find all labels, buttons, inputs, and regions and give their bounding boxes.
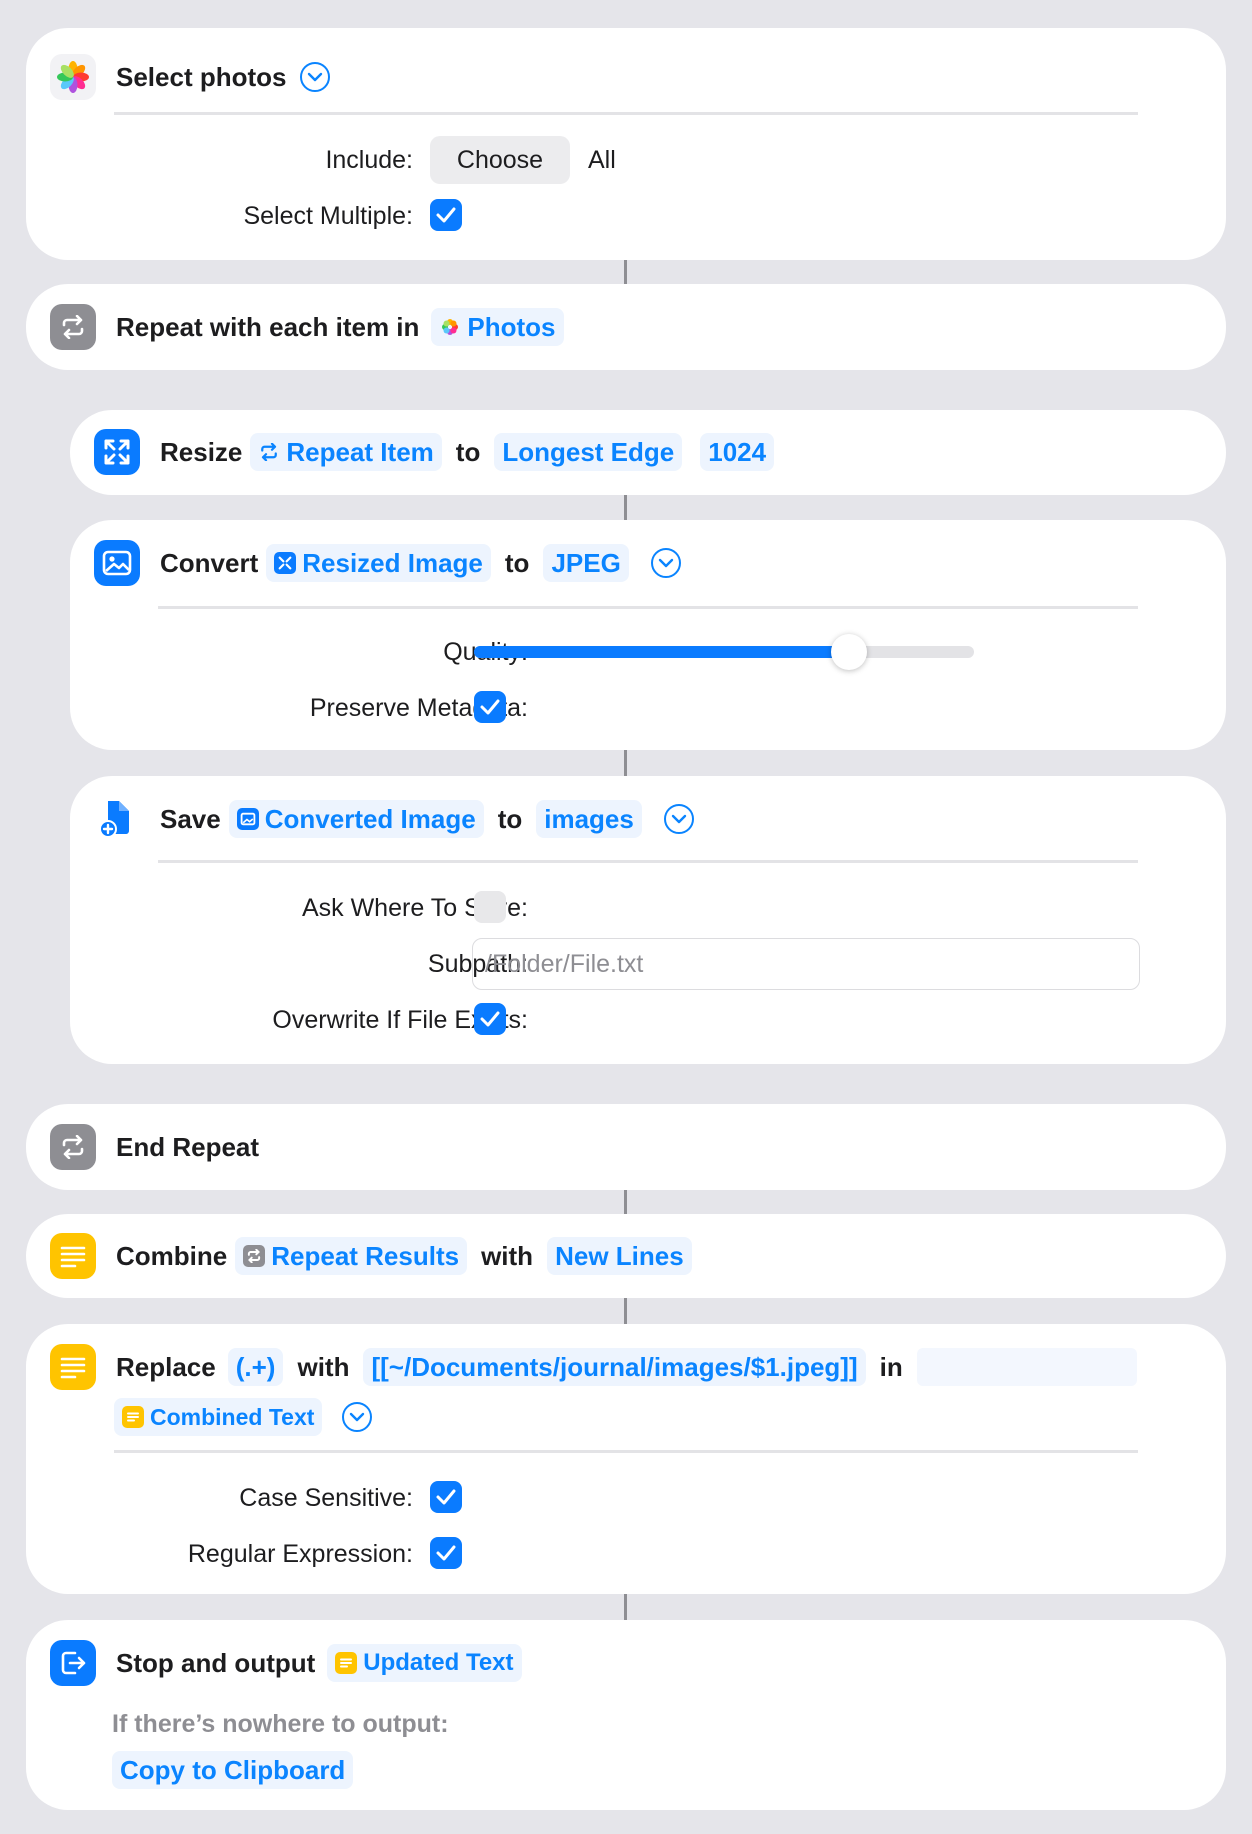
text-icon [50, 1233, 96, 1279]
save-file-icon [94, 796, 140, 842]
token-label: Resized Image [302, 547, 483, 578]
images-folder-token[interactable]: images [536, 800, 642, 838]
select-photos-action[interactable]: Select photos Include: Choose All Select… [26, 28, 1226, 260]
end-repeat-action[interactable]: End Repeat [26, 1104, 1226, 1190]
select-multiple-checkbox[interactable] [430, 199, 462, 231]
ask-where-checkbox[interactable] [474, 891, 506, 923]
expand-chevron-icon[interactable] [342, 1402, 373, 1432]
photos-app-icon [50, 54, 96, 100]
convert-action[interactable]: Convert Resized Image to JPEG Quality: P… [70, 520, 1226, 750]
stop-output-action[interactable]: Stop and output Updated Text If there’s … [26, 1620, 1226, 1810]
exit-icon [50, 1640, 96, 1686]
regular-expression-checkbox[interactable] [430, 1537, 462, 1569]
to-label: to [497, 803, 523, 834]
action-title: Stop and output [116, 1647, 316, 1678]
repeat-item-token[interactable]: Repeat Item [250, 433, 442, 471]
fallback-label: If there’s nowhere to output: [112, 1710, 449, 1738]
connector-line [624, 1298, 627, 1324]
replace-action[interactable]: Replace (.+) with [[~/Documents/journal/… [26, 1324, 1226, 1594]
connector-line [624, 1594, 627, 1620]
divider [158, 860, 1138, 863]
updated-text-token[interactable]: Updated Text [327, 1644, 522, 1682]
in-label: in [879, 1351, 903, 1382]
image-icon [94, 540, 140, 586]
case-sensitive-checkbox[interactable] [430, 1481, 462, 1513]
text-mini-icon [335, 1652, 358, 1674]
action-title: Convert [160, 547, 259, 578]
with-label: with [481, 1240, 534, 1271]
longest-edge-token[interactable]: Longest Edge [494, 433, 683, 471]
text-mini-icon [122, 1406, 144, 1428]
connector-line [624, 495, 627, 520]
action-title: Resize [160, 436, 243, 467]
token-label: Photos [467, 311, 556, 342]
include-all-option[interactable]: All [588, 146, 616, 175]
connector-line [624, 750, 627, 776]
expand-chevron-icon[interactable] [300, 62, 331, 92]
repeat-results-token[interactable]: Repeat Results [235, 1237, 468, 1275]
resize-mini-icon [274, 552, 297, 574]
case-sensitive-label: Case Sensitive: [239, 1484, 413, 1512]
size-token[interactable]: 1024 [700, 433, 775, 471]
divider [158, 606, 1138, 609]
replacement-token[interactable]: [[~/Documents/journal/images/$1.jpeg]] [363, 1348, 866, 1386]
action-title: Combine [116, 1240, 228, 1271]
to-label: to [455, 436, 481, 467]
token-label: Repeat Item [286, 436, 434, 467]
repeat-mini-icon [258, 441, 280, 463]
include-choose-button[interactable]: Choose [430, 136, 570, 184]
divider [114, 112, 1138, 115]
action-title: Replace [116, 1351, 216, 1382]
photos-mini-icon [439, 316, 461, 338]
action-title: Repeat with each item in [116, 311, 420, 342]
action-title: Select photos [116, 61, 287, 92]
subpath-input[interactable]: /Folder/File.txt [472, 938, 1140, 990]
resize-icon [94, 429, 140, 475]
divider [114, 1450, 1138, 1453]
resize-action[interactable]: Resize Repeat Item to Longest Edge 1024 [70, 410, 1226, 495]
quality-slider-fill [474, 646, 849, 658]
new-lines-token[interactable]: New Lines [547, 1237, 692, 1275]
to-label: to [504, 547, 530, 578]
token-label: Repeat Results [271, 1240, 460, 1271]
action-title: Save [160, 803, 221, 834]
quality-slider-knob[interactable] [831, 634, 867, 670]
quality-slider[interactable] [474, 634, 974, 670]
connector-line [624, 1190, 627, 1214]
connector-line [624, 260, 627, 284]
jpeg-format-token[interactable]: JPEG [543, 544, 629, 582]
resized-image-token[interactable]: Resized Image [266, 544, 491, 582]
preserve-metadata-checkbox[interactable] [474, 691, 506, 723]
save-action[interactable]: Save Converted Image to images Ask Where… [70, 776, 1226, 1064]
image-mini-icon [236, 808, 259, 830]
repeat-action[interactable]: Repeat with each item in Photos [26, 284, 1226, 370]
select-multiple-label: Select Multiple: [243, 202, 413, 230]
repeat-icon [50, 1124, 96, 1170]
target-input-field[interactable] [916, 1348, 1137, 1386]
overwrite-checkbox[interactable] [474, 1003, 506, 1035]
repeat-mini-icon [243, 1245, 266, 1267]
token-label: Updated Text [363, 1649, 514, 1676]
token-label: Converted Image [264, 803, 476, 834]
converted-image-token[interactable]: Converted Image [228, 800, 484, 838]
with-label: with [297, 1351, 350, 1382]
token-label: Combined Text [150, 1403, 315, 1430]
photos-variable-token[interactable]: Photos [431, 308, 564, 346]
text-icon [50, 1344, 96, 1390]
expand-chevron-icon[interactable] [650, 548, 681, 578]
expand-chevron-icon[interactable] [663, 804, 694, 834]
regular-expression-label: Regular Expression: [187, 1540, 413, 1568]
combine-action[interactable]: Combine Repeat Results with New Lines [26, 1214, 1226, 1298]
pattern-token[interactable]: (.+) [227, 1348, 284, 1386]
combined-text-token[interactable]: Combined Text [114, 1398, 323, 1436]
action-title: End Repeat [116, 1131, 260, 1162]
include-label: Include: [325, 146, 413, 174]
copy-to-clipboard-token[interactable]: Copy to Clipboard [112, 1751, 354, 1789]
repeat-icon [50, 304, 96, 350]
